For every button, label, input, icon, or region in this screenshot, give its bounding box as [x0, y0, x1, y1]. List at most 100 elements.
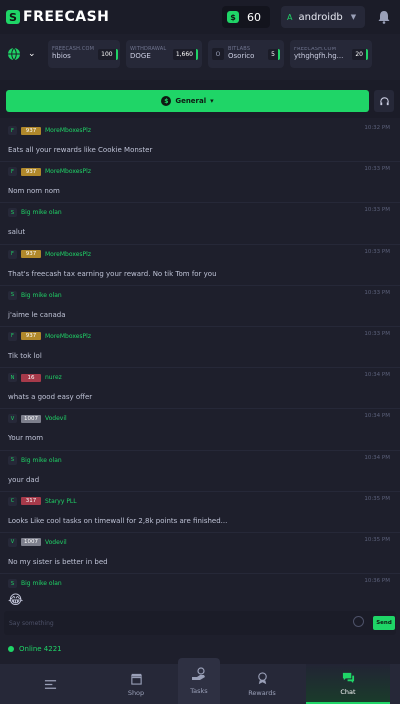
send-button[interactable]: Send	[373, 616, 395, 630]
message-username[interactable]: Big mike olan	[21, 580, 62, 587]
message-text: Your mom	[8, 434, 44, 443]
chat-input-bar: Send	[4, 611, 396, 635]
nav-tasks-label: Tasks	[190, 687, 208, 695]
message-text: salut	[8, 228, 26, 237]
message-username[interactable]: Big mike olan	[21, 292, 62, 299]
bell-icon[interactable]	[377, 10, 391, 24]
trophy-icon	[257, 671, 267, 684]
level-badge: 1007	[21, 414, 41, 423]
user-menu[interactable]: A androidb ▼	[281, 6, 365, 28]
message-emoji: 😂	[8, 593, 24, 609]
chevron-down-icon: ▾	[210, 97, 214, 105]
nav-chat-label: Chat	[340, 687, 356, 696]
message-username[interactable]: MoreMboxesPlz	[45, 168, 91, 175]
message-username[interactable]: Vodevil	[45, 539, 67, 546]
chat-message: V 1007 Vodevil 10:34 PM Your mom	[0, 409, 400, 451]
globe-icon[interactable]	[6, 46, 22, 62]
ticker-name: DOGE	[130, 51, 151, 60]
user-avatar[interactable]: V	[8, 414, 17, 424]
message-time: 10:33 PM	[364, 166, 390, 173]
chat-header: $ General ▾	[0, 80, 400, 118]
ticker-name: Osorico	[228, 51, 255, 60]
ticker-name: hbios	[52, 51, 71, 60]
chat-message: S Big mike olan 10:36 PM 😂	[0, 574, 400, 615]
message-text: whats a good easy offer	[8, 393, 93, 402]
message-time: 10:33 PM	[364, 248, 390, 255]
nav-menu[interactable]	[20, 664, 80, 704]
message-username[interactable]: Big mike olan	[21, 209, 62, 216]
message-time: 10:33 PM	[364, 330, 390, 337]
chat-message: S Big mike olan 10:34 PM your dad	[0, 451, 400, 492]
message-time: 10:34 PM	[364, 454, 390, 461]
chevron-down-icon[interactable]: ⌄	[28, 49, 42, 59]
coin-icon: $	[227, 11, 239, 23]
level-badge: 1007	[21, 538, 41, 547]
ticker-amount: 1,660	[172, 48, 198, 60]
user-avatar[interactable]: S	[8, 290, 17, 300]
chat-room-selector[interactable]: $ General ▾	[6, 90, 369, 112]
online-text: Online 4221	[19, 645, 62, 653]
ticker-name: ythghgfh.hg...	[294, 51, 344, 60]
chat-message: F 937 MoreMboxesPlz 10:33 PM Nom nom nom	[0, 162, 400, 204]
message-text: Tik tok lol	[8, 351, 42, 360]
tasks-icon	[192, 667, 205, 680]
level-badge: 937	[21, 126, 41, 135]
user-avatar[interactable]: S	[8, 208, 17, 218]
message-username[interactable]: Big mike olan	[21, 457, 62, 464]
user-avatar[interactable]: F	[8, 126, 17, 135]
chat-messages[interactable]: F 937 MoreMboxesPlz 10:32 PM Eats all yo…	[0, 121, 400, 611]
username: androidb	[298, 11, 343, 23]
nav-tasks[interactable]: Tasks	[178, 658, 220, 704]
room-name: General	[175, 97, 207, 105]
ticker-amount: 5	[268, 48, 280, 60]
ticker-amount: 100	[98, 48, 118, 60]
user-avatar[interactable]: F	[8, 331, 17, 341]
ticker-item[interactable]: FREECASH.COM hbios 100	[48, 40, 120, 68]
message-username[interactable]: Staryy PLL	[45, 498, 77, 505]
user-avatar[interactable]: F	[8, 167, 17, 177]
ticker-item[interactable]: FREECASH.COM ythghgfh.hg... 20	[290, 40, 372, 68]
coin-balance[interactable]: $ 60	[222, 6, 270, 28]
room-icon: $	[161, 96, 172, 106]
ticker-item[interactable]: WITHDRAWAL DOGE 1,660	[126, 40, 202, 68]
user-avatar[interactable]: V	[8, 537, 17, 547]
user-avatar[interactable]: S	[8, 455, 17, 465]
message-username[interactable]: nurez	[45, 374, 62, 381]
online-dot-icon	[8, 646, 14, 652]
user-avatar[interactable]: N	[8, 373, 17, 383]
logo-free-text: FREE	[23, 9, 65, 25]
message-username[interactable]: MoreMboxesPlz	[45, 333, 91, 340]
message-username[interactable]: MoreMboxesPlz	[45, 127, 91, 134]
message-text: j'aime le canada	[8, 310, 66, 319]
user-avatar[interactable]: S	[8, 579, 17, 589]
message-text: Nom nom nom	[8, 187, 60, 196]
headset-button[interactable]	[374, 90, 394, 112]
chat-message: F 937 MoreMboxesPlz 10:32 PM Eats all yo…	[0, 121, 400, 163]
nav-chat[interactable]: Chat	[306, 664, 390, 704]
logo-icon: S	[6, 10, 20, 24]
nav-rewards[interactable]: Rewards	[232, 664, 292, 704]
freecash-logo[interactable]: S FREECASH	[6, 9, 109, 25]
chat-input[interactable]	[4, 611, 344, 635]
nav-shop[interactable]: Shop	[106, 664, 166, 704]
message-time: 10:34 PM	[364, 372, 390, 379]
live-earnings-ticker: ⌄ FREECASH.COM hbios 100 WITHDRAWAL DOGE…	[0, 38, 400, 70]
level-badge: 937	[21, 332, 41, 341]
top-header: S FREECASH $ 60 A androidb ▼	[0, 0, 400, 34]
chat-message: S Big mike olan 10:33 PM j'aime le canad…	[0, 286, 400, 327]
message-time: 10:33 PM	[364, 207, 390, 214]
emoji-picker-icon[interactable]	[353, 616, 364, 627]
message-username[interactable]: MoreMboxesPlz	[45, 251, 91, 258]
chat-message: N 16 nurez 10:34 PM whats a good easy of…	[0, 368, 400, 410]
shop-icon	[130, 673, 142, 685]
chat-icon	[342, 672, 354, 683]
user-avatar[interactable]: C	[8, 496, 17, 506]
chat-message: V 1007 Vodevil 10:35 PM No my sister is …	[0, 533, 400, 575]
level-badge: 16	[21, 373, 41, 382]
user-avatar[interactable]: F	[8, 249, 17, 259]
message-username[interactable]: Vodevil	[45, 415, 67, 422]
nav-shop-label: Shop	[127, 688, 145, 697]
message-time: 10:35 PM	[364, 495, 390, 502]
message-text: No my sister is better in bed	[8, 557, 108, 566]
ticker-item[interactable]: O BITLABS Osorico 5	[208, 40, 284, 68]
